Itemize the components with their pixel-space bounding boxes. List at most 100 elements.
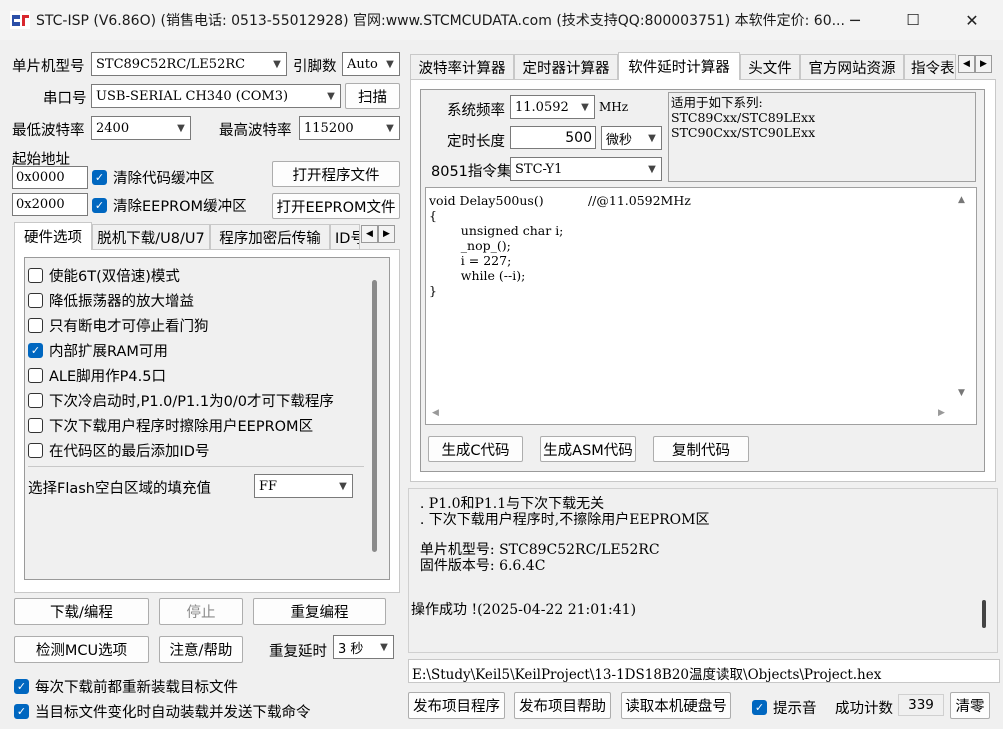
code-line: _nop_();: [429, 238, 511, 253]
publish-program-button[interactable]: 发布项目程序: [408, 692, 505, 719]
option-watchdog[interactable]: 只有断电才可停止看门狗: [28, 315, 209, 336]
checkbox-icon: [28, 293, 43, 308]
code-line: i = 227;: [429, 253, 512, 268]
chevron-right-icon[interactable]: ▶: [378, 225, 395, 243]
port-label: 串口号: [43, 91, 87, 107]
option-6t-mode[interactable]: 使能6T(双倍速)模式: [28, 265, 180, 286]
frequency-select[interactable]: 11.0592 ▼: [510, 95, 595, 119]
close-button[interactable]: ✕: [943, 0, 1001, 40]
instruction-set-select[interactable]: STC-Y1 ▼: [510, 157, 662, 181]
open-eeprom-button[interactable]: 打开EEPROM文件: [272, 193, 400, 219]
fill-value-label: 选择Flash空白区域的填充值: [28, 481, 211, 497]
max-baud-label: 最高波特率: [219, 123, 292, 139]
tab-hardware[interactable]: 硬件选项: [14, 222, 92, 250]
copy-code-button[interactable]: 复制代码: [653, 436, 749, 462]
auto-reload-label: 当目标文件变化时自动装载并发送下载命令: [35, 705, 311, 721]
tab-instruction-table[interactable]: 指令表: [904, 54, 956, 80]
option-ale-pin[interactable]: ALE脚用作P4.5口: [28, 365, 166, 386]
code-line: {: [429, 208, 437, 223]
code-output-text: void Delay500us() //@11.0592MHz{ unsigne…: [429, 193, 949, 403]
open-program-button[interactable]: 打开程序文件: [272, 161, 400, 187]
generate-c-button[interactable]: 生成C代码: [428, 436, 523, 462]
clear-count-button[interactable]: 清零: [950, 692, 990, 719]
fill-value-select[interactable]: FF ▼: [254, 474, 353, 498]
option-internal-ram[interactable]: ✓ 内部扩展RAM可用: [28, 340, 168, 361]
read-hdd-button[interactable]: 读取本机硬盘号: [621, 692, 731, 719]
option-label: 内部扩展RAM可用: [49, 344, 168, 360]
tab-baud-calculator[interactable]: 波特率计算器: [410, 54, 514, 80]
tab-timer-calculator[interactable]: 定时器计算器: [514, 54, 618, 80]
checkmark-icon: ✓: [752, 700, 767, 715]
instruction-set-value: STC-Y1: [515, 161, 563, 177]
minimize-button[interactable]: ─: [826, 0, 884, 40]
sound-checkbox[interactable]: ✓ 提示音: [752, 697, 817, 718]
min-baud-label: 最低波特率: [12, 123, 85, 139]
fill-value: FF: [259, 478, 278, 494]
option-reduce-gain[interactable]: 降低振荡器的放大增益: [28, 290, 194, 311]
option-erase-eeprom[interactable]: 下次下载用户程序时擦除用户EEPROM区: [28, 415, 313, 436]
clear-code-checkbox[interactable]: ✓ 清除代码缓冲区: [92, 167, 215, 188]
clear-eeprom-checkbox[interactable]: ✓ 清除EEPROM缓冲区: [92, 195, 247, 216]
scroll-left-icon[interactable]: ◀: [432, 408, 439, 418]
repeat-delay-select[interactable]: 3 秒 ▼: [333, 635, 394, 659]
chevron-down-icon: ▼: [327, 90, 335, 102]
file-path: E:\Study\Keil5\KeilProject\13-1DS18B20温度…: [408, 659, 1000, 683]
tab-id[interactable]: ID号: [330, 224, 360, 250]
checkmark-icon: ✓: [28, 343, 43, 358]
check-mcu-button[interactable]: 检测MCU选项: [14, 636, 149, 663]
log-scrollbar[interactable]: [982, 600, 986, 628]
scroll-right-icon[interactable]: ▶: [938, 408, 945, 418]
clear-code-label: 清除代码缓冲区: [113, 171, 215, 187]
scan-button[interactable]: 扫描: [345, 83, 400, 109]
chevron-right-icon[interactable]: ▶: [975, 55, 992, 73]
maximize-button[interactable]: ☐: [884, 0, 942, 40]
download-button[interactable]: 下载/编程: [14, 598, 149, 625]
chevron-left-icon[interactable]: ◀: [958, 55, 975, 73]
frequency-value: 11.0592: [515, 99, 569, 115]
delay-unit-select[interactable]: 微秒 ▼: [601, 126, 662, 150]
chevron-down-icon: ▼: [648, 163, 656, 175]
port-select[interactable]: USB-SERIAL CH340 (COM3) ▼: [91, 84, 341, 108]
tab-official-resources[interactable]: 官方网站资源: [800, 54, 904, 80]
mcu-type-select[interactable]: STC89C52RC/LE52RC ▼: [91, 52, 287, 76]
checkbox-icon: [28, 318, 43, 333]
options-scrollbar[interactable]: [372, 280, 377, 552]
window-title: STC-ISP (V6.86O) (销售电话: 0513-55012928) 官…: [36, 13, 845, 29]
frequency-unit: MHz: [599, 100, 629, 114]
stop-button[interactable]: 停止: [159, 598, 243, 625]
help-button[interactable]: 注意/帮助: [159, 636, 243, 663]
tab-encrypted-transfer[interactable]: 程序加密后传输: [210, 224, 330, 250]
checkbox-icon: [28, 368, 43, 383]
code-address-input[interactable]: 0x0000: [12, 166, 88, 189]
auto-reload-checkbox[interactable]: ✓ 当目标文件变化时自动装载并发送下载命令: [14, 701, 311, 722]
series-item: STC90Cxx/STC90LExx: [671, 125, 816, 140]
chevron-left-icon[interactable]: ◀: [361, 225, 378, 243]
option-cold-start[interactable]: 下次冷启动时,P1.0/P1.1为0/0才可下载程序: [28, 390, 334, 411]
option-add-id[interactable]: 在代码区的最后添加ID号: [28, 440, 209, 461]
max-baud-select[interactable]: 115200 ▼: [299, 116, 400, 140]
generate-asm-button[interactable]: 生成ASM代码: [540, 436, 636, 462]
system-frequency-label: 系统频率: [447, 103, 505, 119]
publish-help-button[interactable]: 发布项目帮助: [514, 692, 611, 719]
scroll-down-icon[interactable]: ▼: [958, 388, 965, 398]
max-baud-value: 115200: [304, 120, 354, 136]
option-label: 只有断电才可停止看门狗: [49, 319, 209, 335]
left-tab-scroller[interactable]: ◀ ▶: [361, 225, 395, 243]
tab-delay-calculator[interactable]: 软件延时计算器: [618, 52, 740, 80]
eeprom-address-input[interactable]: 0x2000: [12, 193, 88, 216]
tab-offline-download[interactable]: 脱机下载/U8/U7: [92, 224, 210, 250]
chevron-down-icon: ▼: [386, 122, 394, 134]
option-label: 降低振荡器的放大增益: [49, 294, 194, 310]
reload-before-download-checkbox[interactable]: ✓ 每次下载前都重新装载目标文件: [14, 676, 238, 697]
repeat-delay-label: 重复延时: [269, 644, 327, 660]
delay-length-input[interactable]: 500: [510, 126, 596, 149]
code-line: }: [429, 283, 437, 298]
tab-header-files[interactable]: 头文件: [740, 54, 800, 80]
min-baud-select[interactable]: 2400 ▼: [91, 116, 191, 140]
repeat-program-button[interactable]: 重复编程: [253, 598, 386, 625]
pins-select[interactable]: Auto ▼: [342, 52, 400, 76]
right-tab-scroller[interactable]: ◀ ▶: [958, 55, 992, 73]
clear-eeprom-label: 清除EEPROM缓冲区: [113, 199, 247, 215]
scroll-up-icon[interactable]: ▲: [958, 195, 965, 205]
